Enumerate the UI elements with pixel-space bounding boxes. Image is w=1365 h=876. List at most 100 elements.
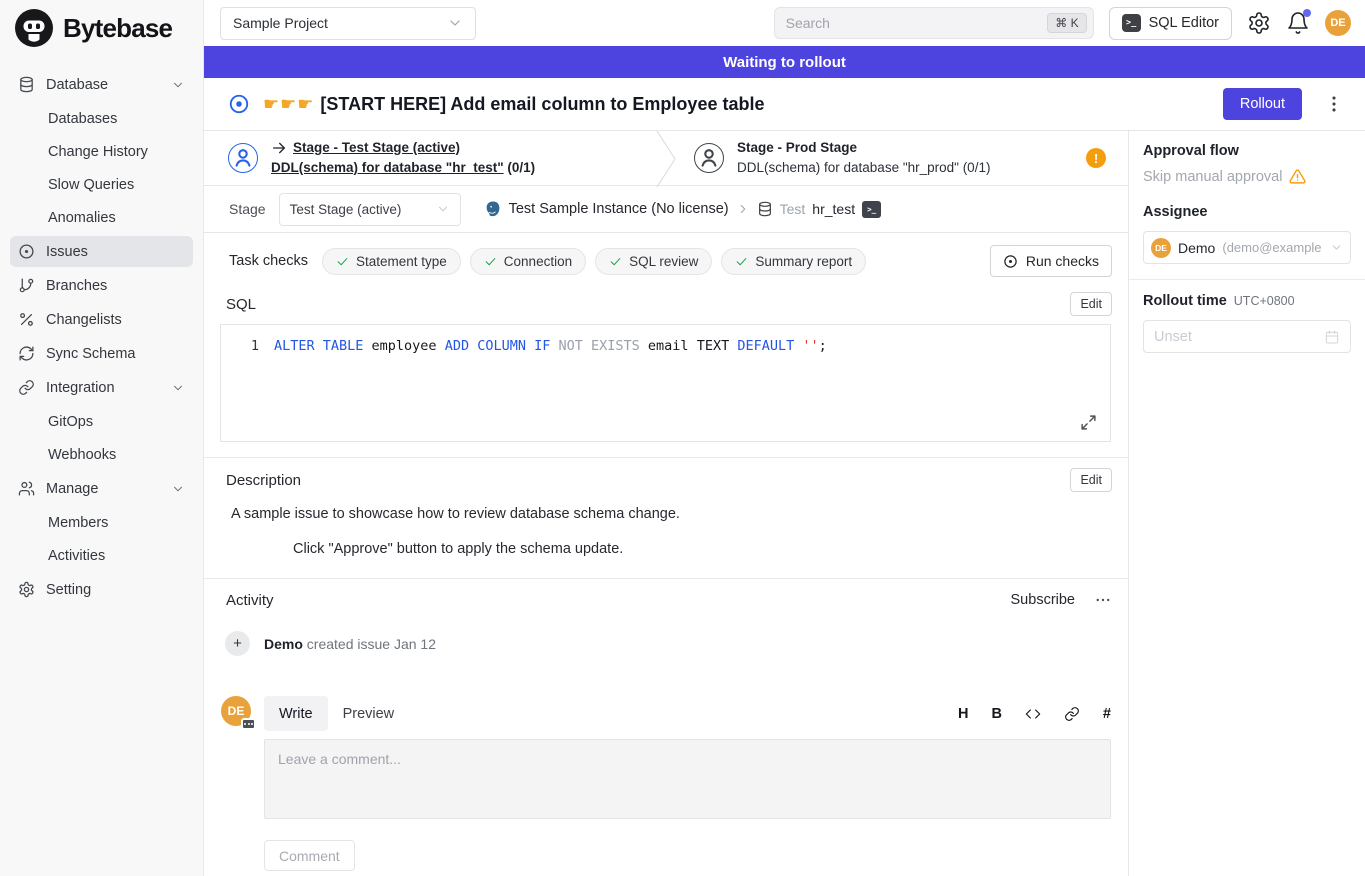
users-icon	[18, 480, 35, 497]
open-sql-editor-icon[interactable]: >_	[862, 201, 881, 218]
code-format-icon[interactable]	[1025, 706, 1041, 722]
rollout-time-input[interactable]: Unset	[1143, 320, 1351, 353]
sidebar-item-changelists[interactable]: Changelists	[10, 304, 193, 335]
check-statement-type[interactable]: Statement type	[322, 248, 461, 275]
check-sql-review[interactable]: SQL review	[595, 248, 712, 275]
stage-title-link[interactable]: Stage - Test Stage (active)	[293, 138, 460, 158]
assignee-select[interactable]: DE Demo (demo@example	[1143, 231, 1351, 264]
heading-format-button[interactable]: H	[958, 706, 968, 722]
sidebar-item-sync-schema[interactable]: Sync Schema	[10, 338, 193, 369]
sidebar-item-database[interactable]: Database	[10, 69, 193, 100]
assignee-name: Demo	[1178, 240, 1215, 256]
stage-select-value: Test Stage (active)	[290, 202, 402, 217]
brand-logo[interactable]: Bytebase	[0, 0, 203, 52]
sql-statement: ALTER TABLE employee ADD COLUMN IF NOT E…	[274, 338, 827, 354]
sidebar-item-manage[interactable]: Manage	[10, 473, 193, 504]
warning-triangle-icon	[1289, 168, 1306, 185]
sidebar-item-branches[interactable]: Branches	[10, 270, 193, 301]
database-icon	[757, 201, 773, 217]
stage-task-link[interactable]: DDL(schema) for database "hr_test"	[271, 160, 504, 175]
check-summary-report[interactable]: Summary report	[721, 248, 866, 275]
chevron-down-icon	[171, 381, 185, 395]
sidebar-item-label: Anomalies	[48, 210, 116, 226]
sql-section-title: SQL	[226, 296, 256, 313]
stage-prod[interactable]: Stage - Prod Stage DDL(schema) for datab…	[678, 131, 1128, 185]
more-options-dots-icon[interactable]	[1094, 591, 1112, 609]
description-title: Description	[226, 472, 301, 489]
stage-task: DDL(schema) for database "hr_prod" (0/1)	[737, 158, 990, 178]
sidebar-item-slow-queries[interactable]: Slow Queries	[10, 169, 193, 200]
search-input[interactable]: Search ⌘ K	[774, 7, 1094, 39]
sidebar-item-webhooks[interactable]: Webhooks	[10, 439, 193, 470]
user-avatar[interactable]: DE	[1325, 10, 1351, 36]
check-connection[interactable]: Connection	[470, 248, 586, 275]
sidebar-item-label: Issues	[46, 244, 88, 260]
sidebar-item-change-history[interactable]: Change History	[10, 136, 193, 167]
comment-tabs: Write Preview H B #	[264, 696, 1111, 731]
assignee-person-icon	[228, 143, 258, 173]
sql-editor-button[interactable]: >_ SQL Editor	[1109, 7, 1232, 40]
sql-section: SQL Edit 1 ALTER TABLE employee ADD COLU…	[204, 278, 1128, 442]
chevron-down-icon	[171, 482, 185, 496]
brand-name: Bytebase	[63, 13, 172, 44]
sidebar-item-issues[interactable]: Issues	[10, 236, 193, 267]
terminal-icon: >_	[1122, 14, 1141, 32]
database-link[interactable]: hr_test	[812, 201, 855, 217]
comment-input[interactable]	[264, 739, 1111, 819]
stage-test[interactable]: Stage - Test Stage (active) DDL(schema) …	[204, 131, 656, 185]
rollout-button[interactable]: Rollout	[1223, 88, 1302, 120]
approval-flow-title: Approval flow	[1143, 143, 1351, 159]
sidebar-item-label: GitOps	[48, 414, 93, 430]
project-select[interactable]: Sample Project	[220, 7, 476, 40]
sidebar-item-label: Members	[48, 515, 108, 531]
chevron-down-icon	[171, 78, 185, 92]
comment-submit-button[interactable]: Comment	[264, 840, 355, 871]
sidebar-item-integration[interactable]: Integration	[10, 372, 193, 403]
sidebar-item-gitops[interactable]: GitOps	[10, 406, 193, 437]
topbar-right: Search ⌘ K >_ SQL Editor DE	[774, 7, 1351, 40]
expand-fullscreen-icon[interactable]	[1080, 414, 1097, 431]
line-number: 1	[221, 338, 259, 354]
project-select-value: Sample Project	[233, 15, 328, 31]
sidebar-item-activities[interactable]: Activities	[10, 540, 193, 571]
issue-title-text: [START HERE] Add email column to Employe…	[320, 94, 764, 114]
sql-edit-button[interactable]: Edit	[1070, 292, 1112, 316]
notification-dot	[1303, 9, 1311, 17]
hash-format-button[interactable]: #	[1103, 706, 1111, 722]
calendar-icon	[1324, 329, 1340, 345]
assignee-person-icon	[694, 143, 724, 173]
stage-pipeline: Stage - Test Stage (active) DDL(schema) …	[204, 130, 1128, 186]
run-checks-button[interactable]: Run checks	[990, 245, 1112, 277]
description-edit-button[interactable]: Edit	[1070, 468, 1112, 492]
sidebar-item-databases[interactable]: Databases	[10, 103, 193, 134]
stage-select[interactable]: Test Stage (active)	[279, 193, 461, 226]
sidebar-item-label: Activities	[48, 548, 105, 564]
check-label: Statement type	[356, 254, 447, 269]
sql-editor[interactable]: 1 ALTER TABLE employee ADD COLUMN IF NOT…	[220, 324, 1111, 442]
sidebar-item-label: Sync Schema	[46, 346, 135, 362]
activity-title: Activity	[226, 592, 274, 609]
plus-icon: +	[225, 631, 250, 656]
check-icon	[484, 255, 497, 268]
rollout-time-placeholder: Unset	[1154, 329, 1192, 345]
link-format-icon[interactable]	[1064, 706, 1080, 722]
sidebar-item-anomalies[interactable]: Anomalies	[10, 202, 193, 233]
sidebar: Bytebase Database Databases Change Histo…	[0, 0, 204, 876]
issue-side-panel: Approval flow Skip manual approval Assig…	[1128, 130, 1365, 876]
stage-task-counter: (0/1)	[507, 160, 535, 175]
bold-format-button[interactable]: B	[991, 706, 1001, 722]
tab-preview[interactable]: Preview	[328, 696, 410, 731]
sidebar-item-label: Integration	[46, 380, 115, 396]
subscribe-button[interactable]: Subscribe	[1011, 592, 1075, 608]
sidebar-item-label: Manage	[46, 481, 98, 497]
sidebar-item-setting[interactable]: Setting	[10, 574, 193, 605]
settings-gear-icon[interactable]	[1247, 11, 1271, 35]
more-options-kebab-icon[interactable]	[1323, 93, 1345, 115]
circle-dot-icon	[18, 243, 35, 260]
sidebar-item-members[interactable]: Members	[10, 507, 193, 538]
tab-write[interactable]: Write	[264, 696, 328, 731]
notification-bell-icon[interactable]	[1286, 11, 1310, 35]
instance-link[interactable]: Test Sample Instance (No license)	[509, 201, 729, 217]
postgresql-icon	[484, 200, 502, 218]
pointer-emoji: ☛☛☛	[263, 94, 314, 114]
